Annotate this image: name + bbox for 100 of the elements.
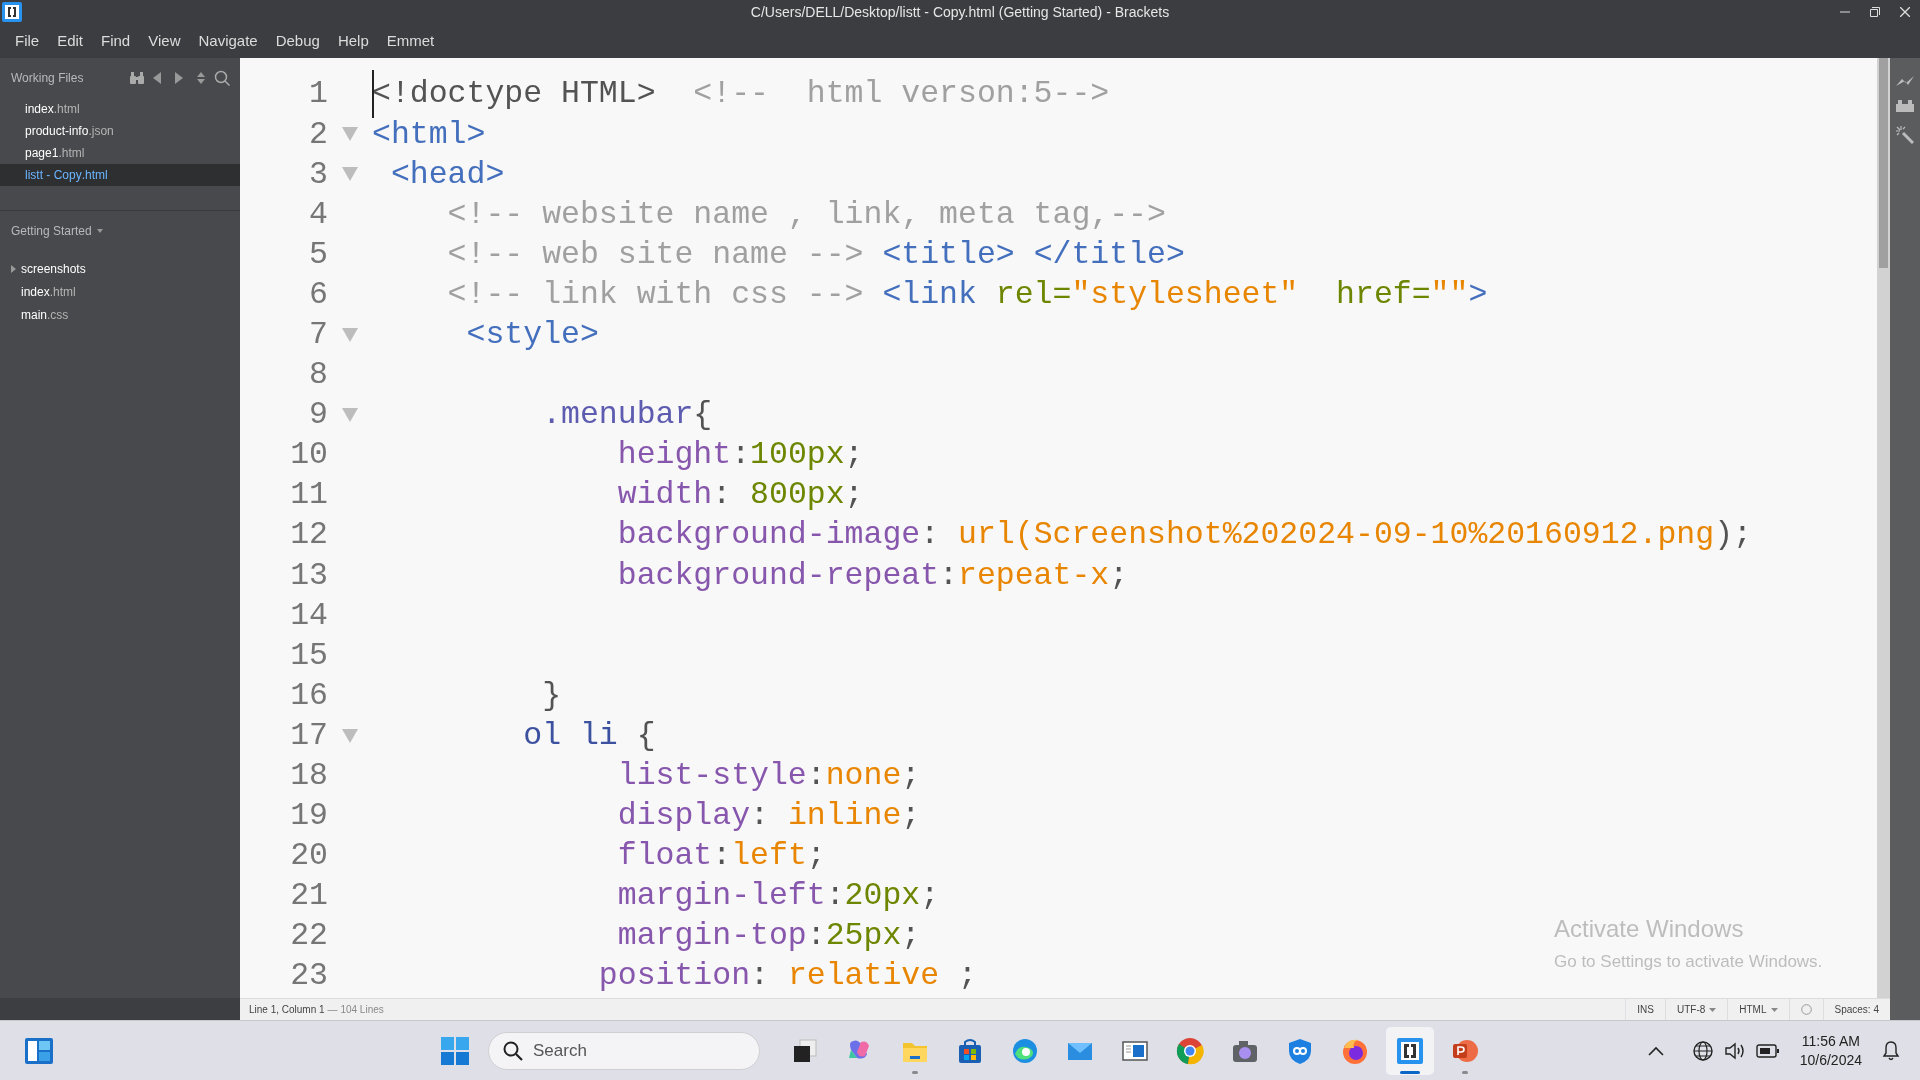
- widgets-icon[interactable]: [24, 1036, 54, 1065]
- caret-icon[interactable]: [96, 229, 103, 233]
- line-count: — 104 Lines: [327, 1003, 384, 1017]
- tree-entry[interactable]: main.css: [0, 303, 240, 326]
- menu-item[interactable]: Find: [92, 29, 140, 53]
- code-line: <!-- web site name --> <title> </title>: [446, 236, 1185, 272]
- sort-icon[interactable]: [197, 72, 205, 84]
- code-line: background-repeat:repeat-x;: [616, 557, 1129, 593]
- forward-icon[interactable]: [175, 72, 183, 84]
- menu-item[interactable]: Navigate: [189, 29, 267, 53]
- line-number: 9: [308, 396, 328, 435]
- code-line: <!-- link with css --> <link rel="stylesheet" href="">: [446, 276, 1488, 312]
- line-number: 22: [289, 917, 328, 956]
- collapsed-icon[interactable]: [11, 264, 17, 273]
- clock-time[interactable]: 11:56 AM: [1799, 1031, 1862, 1051]
- live-preview-icon[interactable]: [1896, 76, 1914, 86]
- globe-icon[interactable]: [1691, 1039, 1714, 1062]
- scrollbar-thumb[interactable]: [1879, 58, 1888, 268]
- code-line: background-image: url(Screenshot%202024-09-10%20160912.png);: [616, 517, 1752, 553]
- code-editor[interactable]: [240, 58, 1877, 998]
- clock-date[interactable]: 10/6/2024: [1799, 1050, 1862, 1070]
- line-number: 20: [289, 837, 328, 876]
- cursor-position: Line 1, Column 1: [248, 1003, 325, 1017]
- code-line: height:100px;: [616, 437, 864, 473]
- caret-icon[interactable]: [1770, 1007, 1778, 1012]
- line-number: 6: [308, 275, 328, 314]
- line-number: 10: [289, 436, 328, 475]
- extensions-icon[interactable]: [1896, 100, 1914, 112]
- app-logo-icon: [2, 2, 22, 22]
- brackets-icon: [1395, 1035, 1425, 1066]
- restore-icon[interactable]: [1870, 7, 1880, 17]
- taskbar-button[interactable]: [1386, 1026, 1434, 1075]
- line-number: 23: [289, 957, 328, 996]
- tree-entry[interactable]: index.html: [0, 280, 240, 303]
- fold-arrow-icon[interactable]: [342, 327, 358, 342]
- working-set-entry[interactable]: product-info.json: [0, 120, 240, 142]
- search-field[interactable]: Search: [488, 1031, 760, 1070]
- line-number: 5: [308, 235, 328, 274]
- battery-icon[interactable]: [1755, 1043, 1780, 1058]
- menu-item[interactable]: File: [6, 29, 49, 53]
- code-line: list-style:none;: [616, 758, 921, 793]
- encoding-selector[interactable]: UTF-8: [1676, 1002, 1706, 1017]
- fold-arrow-icon[interactable]: [342, 127, 358, 142]
- line-number: 14: [289, 596, 328, 635]
- code-line: ol li {: [522, 717, 656, 753]
- windows-logo-icon[interactable]: [440, 1035, 470, 1066]
- menu-item[interactable]: Emmet: [377, 29, 444, 53]
- project-title[interactable]: Getting Started: [11, 222, 92, 240]
- code-line: <head>: [389, 156, 505, 192]
- fold-arrow-icon[interactable]: [342, 167, 358, 182]
- close-icon[interactable]: [1900, 7, 1910, 17]
- fold-arrow-icon[interactable]: [342, 728, 358, 743]
- back-icon[interactable]: [153, 72, 161, 84]
- menu-item[interactable]: View: [139, 29, 190, 53]
- code-line: <html>: [372, 116, 486, 152]
- code-line: .menubar{: [541, 397, 713, 433]
- indent-setting[interactable]: Spaces: 4: [1834, 1002, 1879, 1017]
- language-selector[interactable]: HTML: [1739, 1002, 1767, 1017]
- code-line: margin-top:25px;: [616, 918, 921, 954]
- code-line: <style>: [465, 317, 599, 352]
- line-number: 15: [289, 636, 328, 675]
- menu-item[interactable]: Help: [328, 29, 378, 53]
- code-line: <!-- website name , link, meta tag,-->: [446, 196, 1166, 232]
- line-number: 18: [289, 757, 328, 795]
- line-number: 2: [308, 115, 328, 154]
- working-set-entry[interactable]: index.html: [0, 98, 240, 120]
- working-set-entry[interactable]: page1.html: [0, 142, 240, 164]
- search-icon[interactable]: [214, 70, 230, 86]
- line-number: 3: [308, 155, 328, 194]
- line-number: 4: [308, 195, 328, 234]
- line-number: 21: [289, 877, 328, 916]
- magic-wand-icon[interactable]: [1896, 126, 1914, 144]
- code-line: }: [541, 677, 562, 713]
- caret-icon[interactable]: [1709, 1007, 1717, 1012]
- line-number: 8: [308, 356, 328, 395]
- chrome-icon: [1175, 1035, 1205, 1066]
- binoculars-icon[interactable]: [130, 72, 144, 84]
- menu-item[interactable]: Debug: [266, 29, 329, 53]
- speaker-icon[interactable]: [1723, 1040, 1746, 1061]
- menu-item[interactable]: Edit: [48, 29, 93, 53]
- code-line: width: 800px;: [616, 477, 864, 513]
- line-number: 1: [308, 75, 328, 114]
- activation-message: Go to Settings to activate Windows.: [1554, 951, 1823, 973]
- notification-bell-icon[interactable]: [1882, 1040, 1900, 1061]
- code-line: position: relative ;: [597, 958, 977, 994]
- code-line: display: inline;: [616, 798, 921, 834]
- line-number: 7: [308, 316, 328, 354]
- line-number: 17: [289, 716, 328, 755]
- code-line: <!doctype HTML> <!-- html verson:5-->: [372, 76, 1110, 112]
- line-number: 11: [289, 476, 328, 515]
- window-title: C/Users/DELL/Desktop/listt - Copy.html (Getting Started) - Brackets: [749, 2, 1171, 22]
- folder-entry[interactable]: screenshots: [21, 259, 86, 278]
- working-set-entry[interactable]: listt - Copy.html: [0, 164, 240, 186]
- line-number: 16: [289, 676, 328, 715]
- search-icon: [503, 1040, 523, 1061]
- fold-arrow-icon[interactable]: [342, 407, 358, 422]
- chevron-up-icon[interactable]: [1647, 1045, 1664, 1056]
- scrollbar[interactable]: [1877, 58, 1890, 998]
- code-line: margin-left:20px;: [616, 878, 940, 914]
- code-line: float:left;: [616, 838, 826, 874]
